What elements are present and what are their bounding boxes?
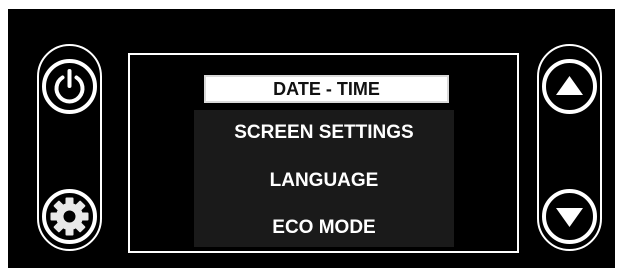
menu-list: SCREEN SETTINGS LANGUAGE ECO MODE	[194, 110, 454, 247]
up-button[interactable]	[542, 59, 597, 114]
power-icon	[54, 69, 85, 104]
settings-button[interactable]	[42, 189, 97, 244]
menu-item-screen-settings[interactable]: SCREEN SETTINGS	[194, 122, 454, 144]
gear-icon	[50, 197, 89, 236]
power-button[interactable]	[42, 59, 97, 114]
menu-item-eco-mode[interactable]: ECO MODE	[194, 217, 454, 239]
arrow-up-icon	[556, 76, 583, 95]
menu-item-language[interactable]: LANGUAGE	[194, 170, 454, 192]
control-panel: DATE - TIME SCREEN SETTINGS LANGUAGE ECO…	[8, 9, 615, 268]
right-button-group	[537, 44, 602, 251]
menu-display: DATE - TIME SCREEN SETTINGS LANGUAGE ECO…	[128, 53, 519, 253]
menu-item-selected[interactable]: DATE - TIME	[204, 75, 449, 103]
left-button-group	[37, 44, 102, 251]
arrow-down-icon	[556, 208, 583, 227]
down-button[interactable]	[542, 189, 597, 244]
